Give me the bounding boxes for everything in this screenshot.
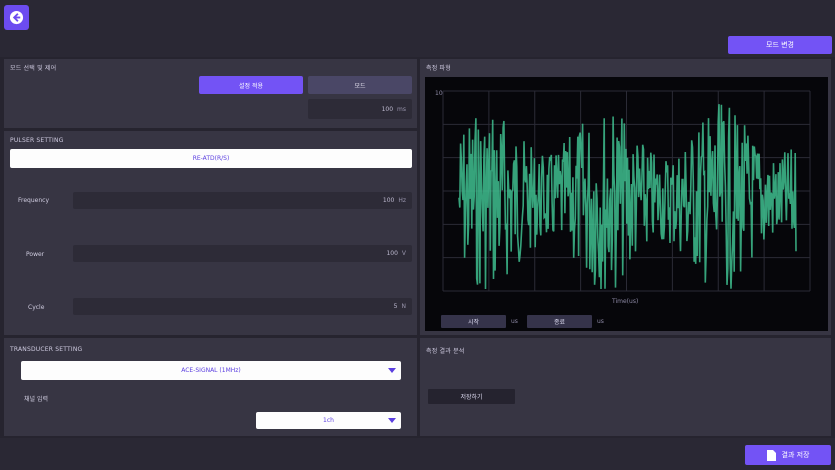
cycle-unit: N [401, 303, 407, 310]
apply-settings-button[interactable]: 설정 적용 [199, 76, 303, 94]
power-unit: V [401, 250, 406, 257]
graph-start-unit: us [511, 318, 518, 325]
mode-panel-title: 모드 선택 및 제어 [10, 65, 57, 72]
pulser-title: PULSER SETTING [10, 137, 64, 144]
document-icon [766, 449, 776, 461]
mode-unit: ms [397, 105, 406, 113]
graph-x-label: Time(us) [612, 298, 639, 305]
power-value: 100 [386, 250, 398, 257]
graph-end-unit: us [597, 318, 604, 325]
frequency-unit: Hz [398, 197, 406, 204]
result-title: 측정 결과 분석 [426, 348, 465, 355]
graph-start-button[interactable]: 시작 [441, 315, 506, 328]
frequency-field[interactable]: 100 Hz [73, 192, 412, 209]
graph-title: 측정 파형 [426, 65, 451, 72]
mode-value-field[interactable]: 100 ms [308, 99, 412, 119]
channel-label: 채널 입력 [24, 396, 48, 403]
channel-select-value: 1ch [323, 417, 334, 424]
transducer-select-value: ACE-SIGNAL (1MHz) [181, 367, 241, 374]
transducer-title: TRANSDUCER SETTING [10, 346, 83, 353]
mode-value: 100 [381, 105, 394, 113]
power-label: Power [26, 251, 45, 258]
chevron-down-icon [388, 417, 396, 423]
waveform-line [458, 104, 797, 290]
frequency-value: 100 [382, 197, 395, 204]
chevron-down-icon [388, 367, 396, 373]
top-bar [0, 0, 835, 57]
cycle-label: Cycle [28, 304, 45, 311]
back-button[interactable] [4, 5, 29, 30]
save-result-button[interactable]: 결과 저장 [745, 445, 831, 465]
cycle-value: 5 [393, 303, 398, 310]
transducer-select[interactable]: ACE-SIGNAL (1MHz) [21, 361, 401, 380]
y-tick-label: 10 [435, 90, 443, 97]
mode-change-button[interactable]: 모드 변경 [728, 36, 832, 54]
mode-button[interactable]: 모드 [308, 76, 412, 94]
result-panel [420, 338, 831, 436]
frequency-label: Frequency [18, 197, 49, 204]
bottom-bar [0, 438, 835, 470]
cycle-field[interactable]: 5 N [73, 298, 412, 315]
channel-select[interactable]: 1ch [256, 412, 401, 429]
result-save-button[interactable]: 저장하기 [428, 389, 515, 404]
waveform-graph: 10 [425, 77, 828, 331]
power-field[interactable]: 100 V [73, 245, 412, 262]
graph-end-button[interactable]: 종료 [527, 315, 592, 328]
pulser-mode-select[interactable]: RE-ATD(R/S) [10, 149, 412, 168]
arrow-left-icon [9, 10, 24, 25]
waveform-svg: 10 [435, 90, 811, 292]
save-result-label: 결과 저장 [781, 451, 810, 459]
